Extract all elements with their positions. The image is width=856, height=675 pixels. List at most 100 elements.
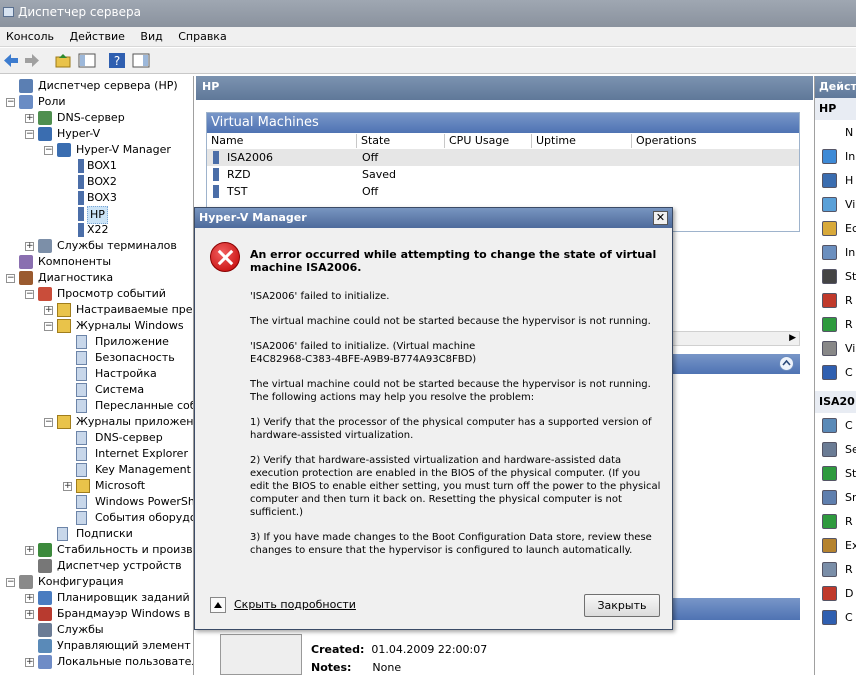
column-header-operations[interactable]: Operations — [632, 134, 799, 148]
menu-view[interactable]: Вид — [134, 27, 168, 45]
action-item[interactable]: R — [845, 515, 853, 528]
tree-item-label: DNS-сервер — [95, 431, 163, 444]
tree-item[interactable]: X22 — [0, 222, 193, 238]
action-item[interactable]: St — [845, 270, 856, 283]
action-item[interactable]: R — [845, 563, 853, 576]
action-item[interactable]: C — [845, 611, 853, 624]
action-item[interactable]: Sr — [845, 491, 856, 504]
column-header-state[interactable]: State — [357, 134, 445, 148]
expand-icon[interactable]: + — [44, 306, 53, 315]
column-header-name[interactable]: Name — [207, 134, 357, 148]
tree-item[interactable]: Система — [0, 382, 193, 398]
action-item[interactable]: Ec — [845, 222, 856, 235]
tree-item[interactable]: − Hyper-V Manager — [0, 142, 193, 158]
action-item[interactable]: Se — [845, 443, 856, 456]
expand-icon[interactable]: + — [25, 658, 34, 667]
tree-item[interactable]: Службы — [0, 622, 193, 638]
expand-icon[interactable]: + — [25, 242, 34, 251]
tree-item[interactable]: + Microsoft — [0, 478, 193, 494]
tree-item[interactable]: Компоненты — [0, 254, 193, 270]
tree-item[interactable]: BOX1 — [0, 158, 193, 174]
vm-row[interactable]: RZD Saved — [207, 166, 799, 183]
expand-icon[interactable]: + — [25, 594, 34, 603]
action-item[interactable]: In — [845, 246, 855, 259]
menu-action[interactable]: Действие — [64, 27, 131, 45]
tree-item[interactable]: + Службы терминалов — [0, 238, 193, 254]
scroll-right-icon[interactable]: ▶ — [789, 333, 796, 343]
back-arrow-icon[interactable] — [2, 52, 20, 69]
close-button[interactable]: Закрыть — [584, 594, 660, 617]
tree-item[interactable]: + Стабильность и производ — [0, 542, 193, 558]
action-item[interactable]: Ex — [845, 539, 856, 552]
tree-item[interactable]: − Конфигурация — [0, 574, 193, 590]
expand-icon[interactable]: + — [63, 482, 72, 491]
vm-row[interactable]: TST Off — [207, 183, 799, 200]
tree-item[interactable]: Управляющий элемент W — [0, 638, 193, 654]
collapse-icon[interactable]: − — [6, 274, 15, 283]
tree-item[interactable]: Настройка — [0, 366, 193, 382]
tree-item[interactable]: + Планировщик заданий — [0, 590, 193, 606]
collapse-icon[interactable]: − — [6, 578, 15, 587]
hide-details-chevron-icon[interactable] — [210, 597, 226, 613]
tree-item[interactable]: Диспетчер сервера (HP) — [0, 78, 193, 94]
action-item[interactable]: R — [845, 294, 853, 307]
tree-item[interactable]: + Брандмауэр Windows в ре — [0, 606, 193, 622]
tree-item[interactable]: HP — [0, 206, 193, 224]
action-item[interactable]: H — [845, 174, 853, 187]
action-item[interactable]: R — [845, 318, 853, 331]
tree-item[interactable]: − Журналы Windows — [0, 318, 193, 334]
action-item[interactable]: C — [845, 366, 853, 379]
column-header-cpu-usage[interactable]: CPU Usage — [445, 134, 532, 148]
show-hide-action-pane-icon[interactable] — [132, 52, 150, 69]
tree-item[interactable]: DNS-сервер — [0, 430, 193, 446]
tree-item[interactable]: Диспетчер устройств — [0, 558, 193, 574]
tree-item[interactable]: − Журналы приложени — [0, 414, 193, 430]
collapse-icon[interactable]: − — [44, 146, 53, 155]
tree-item[interactable]: + Локальные пользователи — [0, 654, 193, 670]
action-item[interactable]: St — [845, 467, 856, 480]
collapse-icon[interactable] — [779, 356, 794, 371]
column-header-uptime[interactable]: Uptime — [532, 134, 632, 148]
hide-details-link[interactable]: Скрыть подробности — [234, 598, 356, 612]
tree-item[interactable]: BOX3 — [0, 190, 193, 206]
tree-item[interactable]: − Диагностика — [0, 270, 193, 286]
collapse-icon[interactable]: − — [6, 98, 15, 107]
tree-item[interactable]: − Роли — [0, 94, 193, 110]
tree-item[interactable]: Key Management S — [0, 462, 193, 478]
action-item[interactable]: In — [845, 150, 855, 163]
show-hide-tree-icon[interactable] — [78, 52, 96, 69]
action-item[interactable]: Vi — [845, 342, 855, 355]
action-item[interactable]: C — [845, 419, 853, 432]
tree-item[interactable]: − Просмотр событий — [0, 286, 193, 302]
expand-icon[interactable]: + — [25, 546, 34, 555]
tree-item-label: Компоненты — [38, 255, 112, 268]
action-item[interactable]: N — [845, 126, 853, 139]
tree-item[interactable]: Приложение — [0, 334, 193, 350]
vm-row[interactable]: ISA2006 Off — [207, 149, 799, 166]
menu-help[interactable]: Справка — [172, 27, 232, 45]
tree-item[interactable]: События оборудо — [0, 510, 193, 526]
tree-item[interactable]: Windows PowerShe — [0, 494, 193, 510]
tree-item[interactable]: Подписки — [0, 526, 193, 542]
collapse-icon[interactable]: − — [25, 130, 34, 139]
tree-item[interactable]: − Hyper-V — [0, 126, 193, 142]
dialog-close-icon[interactable]: ✕ — [653, 211, 668, 225]
log-icon — [76, 351, 87, 365]
action-item[interactable]: D — [845, 587, 853, 600]
tree-item[interactable]: Безопасность — [0, 350, 193, 366]
up-folder-icon[interactable] — [54, 52, 72, 69]
expand-icon[interactable]: + — [25, 610, 34, 619]
collapse-icon[interactable]: − — [25, 290, 34, 299]
collapse-icon[interactable]: − — [44, 322, 53, 331]
tree-item[interactable]: BOX2 — [0, 174, 193, 190]
menu-console[interactable]: Консоль — [0, 27, 60, 45]
help-icon[interactable]: ? — [108, 52, 126, 69]
tree-item[interactable]: Internet Explorer — [0, 446, 193, 462]
tree-item[interactable]: Пересланные собы — [0, 398, 193, 414]
collapse-icon[interactable]: − — [44, 418, 53, 427]
action-item[interactable]: Vi — [845, 198, 855, 211]
tree-item[interactable]: + DNS-сервер — [0, 110, 193, 126]
expand-icon[interactable]: + — [25, 114, 34, 123]
tree-item[interactable]: + Настраиваемые предс — [0, 302, 193, 318]
forward-arrow-icon[interactable] — [23, 52, 41, 69]
